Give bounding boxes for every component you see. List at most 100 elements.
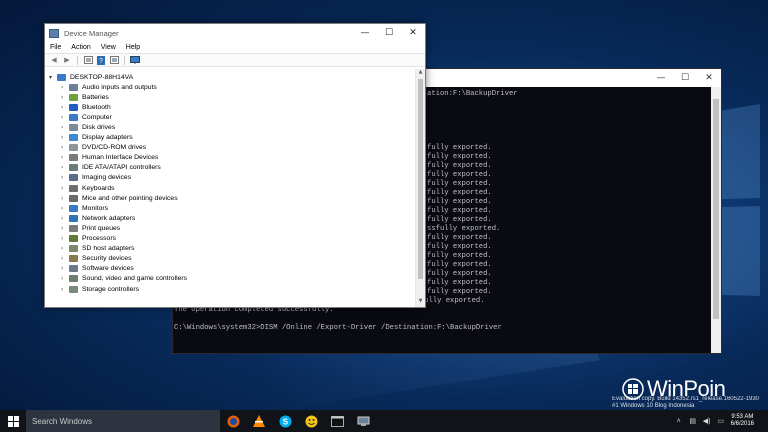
view-icon[interactable] [109,56,119,65]
tree-category[interactable]: › Computer [45,112,415,122]
network-icon[interactable]: ▤ [686,417,700,425]
tree-category[interactable]: › Audio inputs and outputs [45,82,415,92]
chevron-right-icon[interactable]: › [61,104,69,111]
chevron-right-icon[interactable]: › [61,84,69,91]
chevron-right-icon[interactable]: › [61,144,69,151]
cmd-line [174,315,711,324]
tree-category[interactable]: › Print queues [45,223,415,233]
chevron-right-icon[interactable]: › [61,275,69,282]
tree-category-label: Bluetooth [82,103,111,111]
menu-bar: File Action View Help [45,42,425,53]
monitor-icon[interactable] [130,56,140,65]
menu-action[interactable]: Action [71,44,90,51]
chevron-right-icon[interactable]: › [61,134,69,141]
menu-help[interactable]: Help [126,44,140,51]
chevron-right-icon[interactable]: › [61,235,69,242]
tree-category[interactable]: › Processors [45,234,415,244]
chevron-right-icon[interactable]: › [61,94,69,101]
chevron-right-icon[interactable]: › [61,174,69,181]
tree-category-label: SD host adapters [82,245,135,253]
menu-view[interactable]: View [101,44,116,51]
close-button[interactable]: ✕ [401,28,425,38]
chevron-down-icon[interactable]: ▾ [49,74,57,81]
emoji-app-icon[interactable] [298,410,324,432]
tree-category[interactable]: › Monitors [45,203,415,213]
chevron-up-icon[interactable]: ˄ [672,418,686,425]
tree-category[interactable]: › Mice and other pointing devices [45,193,415,203]
menu-file[interactable]: File [50,44,61,51]
svg-text:?: ? [99,58,103,65]
tree-scrollbar[interactable]: ▲ ▼ [415,69,425,307]
device-category-icon [69,154,78,162]
tree-category[interactable]: › Human Interface Devices [45,153,415,163]
terminal-icon[interactable] [324,410,350,432]
device-tree[interactable]: ▾ DESKTOP-88H14VA › Audio inputs and outp… [45,69,415,307]
chevron-right-icon[interactable]: › [61,225,69,232]
tree-category[interactable]: › Sound, video and game controllers [45,274,415,284]
skype-icon[interactable]: S [272,410,298,432]
device-category-icon [69,164,78,172]
search-box[interactable]: Search Windows [26,410,220,432]
vlc-icon[interactable] [246,410,272,432]
device-category-icon [69,144,78,152]
minimize-button[interactable]: — [353,28,377,38]
help-icon[interactable]: ? [96,55,106,65]
chevron-right-icon[interactable]: › [61,205,69,212]
chevron-right-icon[interactable]: › [61,195,69,202]
chevron-right-icon[interactable]: › [61,164,69,171]
chevron-right-icon[interactable]: › [61,154,69,161]
chevron-right-icon[interactable]: › [61,124,69,131]
tree-root[interactable]: ▾ DESKTOP-88H14VA [45,72,415,82]
chevron-right-icon[interactable]: › [61,114,69,121]
watermark-line-1: Evaluation copy. Build 14352.rs1_release… [612,396,759,402]
tree-category[interactable]: › Storage controllers [45,284,415,294]
tree-category[interactable]: › Keyboards [45,183,415,193]
chevron-right-icon[interactable]: › [61,286,69,293]
properties-icon[interactable] [83,56,93,65]
chevron-right-icon[interactable]: › [61,215,69,222]
device-category-icon [69,285,78,293]
message-icon[interactable]: ▭ [714,417,728,425]
tree-category[interactable]: › Bluetooth [45,102,415,112]
start-button[interactable] [0,410,26,432]
cmd-scroll-thumb[interactable] [713,99,719,319]
cmd-maximize-button[interactable]: ☐ [673,73,697,83]
scroll-up-icon[interactable]: ▲ [416,69,425,78]
chevron-right-icon[interactable]: › [61,245,69,252]
tree-category[interactable]: › Security devices [45,254,415,264]
clock[interactable]: 9:53 AM 6/6/2016 [731,414,754,428]
tree-category-label: Print queues [82,224,121,232]
tree-category[interactable]: › DVD/CD-ROM drives [45,143,415,153]
device-category-icon [69,275,78,283]
tree-scroll-thumb[interactable] [418,79,423,279]
device-manager-window[interactable]: Device Manager — ☐ ✕ File Action View He… [44,23,426,308]
tree-category-label: Imaging devices [82,174,132,182]
tree-category[interactable]: › Imaging devices [45,173,415,183]
device-category-icon [69,93,78,101]
tree-category-label: Security devices [82,255,132,263]
tree-category[interactable]: › Display adapters [45,133,415,143]
cmd-scrollbar[interactable] [711,87,721,353]
firefox-icon[interactable] [220,410,246,432]
chevron-right-icon[interactable]: › [61,265,69,272]
tree-category[interactable]: › Software devices [45,264,415,274]
tree-category[interactable]: › Network adapters [45,213,415,223]
volume-icon[interactable]: ◀) [700,417,714,425]
forward-icon[interactable]: ▶ [62,56,72,65]
cmd-minimize-button[interactable]: — [649,73,673,83]
watermark-line-2: #1 Windows 10 Blog Indonesia [612,403,695,409]
scroll-down-icon[interactable]: ▼ [416,298,425,307]
chevron-right-icon[interactable]: › [61,255,69,262]
device-manager-taskbar-icon[interactable] [350,410,376,432]
chevron-right-icon[interactable]: › [61,185,69,192]
tree-category[interactable]: › Batteries [45,92,415,102]
tree-category[interactable]: › Disk drives [45,122,415,132]
device-category-icon [69,174,78,182]
tree-category[interactable]: › SD host adapters [45,244,415,254]
dm-titlebar[interactable]: Device Manager — ☐ ✕ [45,24,425,42]
back-icon[interactable]: ◀ [49,56,59,65]
tree-category[interactable]: › IDE ATA/ATAPI controllers [45,163,415,173]
maximize-button[interactable]: ☐ [377,28,401,38]
device-category-icon [69,214,78,222]
cmd-close-button[interactable]: ✕ [697,73,721,83]
